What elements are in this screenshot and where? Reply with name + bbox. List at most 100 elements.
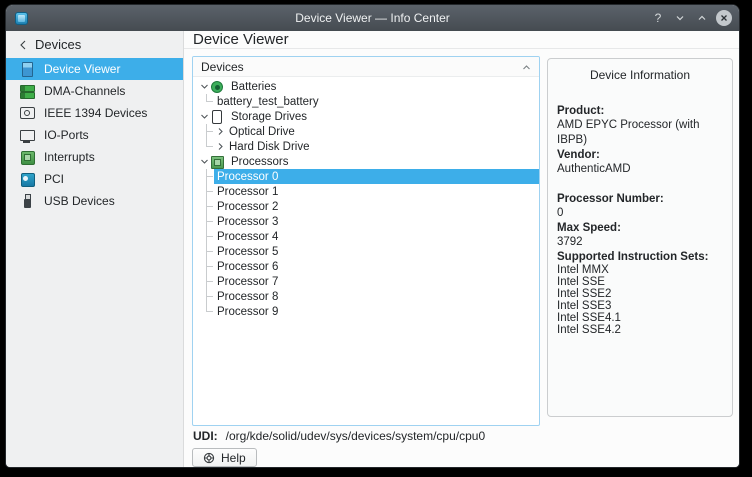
tree-row[interactable]: battery_test_battery [193, 94, 539, 109]
tree-item-label: Processor 2 [214, 201, 281, 213]
tree-branch-line [206, 289, 214, 304]
tree-item-hit-area[interactable]: Processor 1 [214, 184, 539, 199]
maximize-button[interactable] [694, 10, 710, 26]
tree-indent [193, 94, 206, 109]
sidebar-item-label: IO-Ports [44, 128, 89, 142]
device-viewer-icon [19, 61, 35, 77]
info-field-value: AuthenticAMD [557, 162, 723, 177]
tree-item-hit-area[interactable]: Processor 8 [214, 289, 539, 304]
tree-item-hit-area[interactable]: Processor 6 [214, 259, 539, 274]
tree-item-hit-area[interactable]: Processor 2 [214, 199, 539, 214]
tree-row[interactable]: Optical Drive [193, 124, 539, 139]
tree-indent [193, 289, 206, 304]
tree-expander[interactable] [214, 127, 226, 136]
tree-expander[interactable] [214, 142, 226, 151]
tree-row[interactable]: Processor 1 [193, 184, 539, 199]
tree-item-hit-area[interactable]: Processor 4 [214, 229, 539, 244]
tree-row[interactable]: Batteries [193, 79, 539, 94]
tree-row[interactable]: Processors [193, 154, 539, 169]
sidebar-item-usb[interactable]: USB Devices [6, 190, 183, 212]
tree-branch-line [206, 274, 214, 289]
tree-item-hit-area[interactable]: battery_test_battery [214, 94, 539, 109]
sidebar-item-io[interactable]: IO-Ports [6, 124, 183, 146]
usb-icon [19, 193, 35, 209]
sidebar-back-header[interactable]: Devices [6, 31, 183, 58]
chevron-up-icon [697, 13, 707, 23]
tree-item-label: Processor 0 [214, 171, 281, 183]
tree-indent [193, 259, 206, 274]
tree-row[interactable]: Hard Disk Drive [193, 139, 539, 154]
tree-expander[interactable] [198, 157, 210, 166]
device-tree-panel: Devices Batteriesbattery_test_battery Sto… [192, 56, 540, 426]
tree-item-hit-area[interactable]: Processor 3 [214, 214, 539, 229]
help-button[interactable]: Help [192, 448, 257, 467]
sidebar-item-ieee1394[interactable]: IEEE 1394 Devices [6, 102, 183, 124]
sidebar-item-list: Device ViewerDMA-ChannelsIEEE 1394 Devic… [6, 58, 183, 212]
tree-item-label: Batteries [228, 81, 279, 93]
sidebar-item-label: Interrupts [44, 150, 95, 164]
tree-row[interactable]: Processor 7 [193, 274, 539, 289]
tree-row[interactable]: Processor 9 [193, 304, 539, 319]
info-center-window: Device Viewer — Info Center ? Devices De… [5, 4, 740, 468]
device-tree: Batteriesbattery_test_battery Storage Dri… [193, 77, 539, 319]
tree-indent [193, 184, 206, 199]
tree-row[interactable]: Processor 2 [193, 199, 539, 214]
chevron-down-icon [200, 112, 209, 121]
tree-branch-line [206, 94, 214, 109]
info-field-value-line: Intel SSE [557, 276, 723, 288]
tree-column-header[interactable]: Devices [193, 57, 539, 77]
sidebar-item-pci[interactable]: PCI [6, 168, 183, 190]
field-spacer [557, 177, 723, 192]
tree-expander[interactable] [198, 112, 210, 121]
tree-branch-line [206, 199, 214, 214]
info-field-value-line: Intel SSE4.2 [557, 324, 723, 336]
tree-row[interactable]: Processor 5 [193, 244, 539, 259]
tree-item-label: Processor 5 [214, 246, 281, 258]
sidebar: Devices Device ViewerDMA-ChannelsIEEE 13… [6, 31, 184, 467]
context-help-button[interactable]: ? [650, 10, 666, 26]
tree-row[interactable]: Processor 3 [193, 214, 539, 229]
udi-row: UDI: /org/kde/solid/udev/sys/devices/sys… [192, 429, 540, 443]
info-field-value: 3792 [557, 235, 723, 250]
info-field-value-line: Intel MMX [557, 264, 723, 276]
tree-item-label: Storage Drives [228, 111, 310, 123]
sidebar-item-dma[interactable]: DMA-Channels [6, 80, 183, 102]
close-button[interactable] [716, 10, 732, 26]
tree-branch-line [206, 124, 214, 139]
tree-branch-line [206, 304, 214, 319]
tree-expander[interactable] [198, 82, 210, 91]
tree-item-hit-area[interactable]: Processor 9 [214, 304, 539, 319]
dma-icon [19, 83, 35, 99]
io-icon [19, 127, 35, 143]
tree-branch-line [206, 229, 214, 244]
tree-item-hit-area[interactable]: Processor 5 [214, 244, 539, 259]
info-field-label: Product: [557, 104, 723, 118]
udi-value: /org/kde/solid/udev/sys/devices/system/c… [226, 429, 485, 443]
tree-branch-line [206, 214, 214, 229]
main-area: Device Viewer Devices Batteriesbattery_t… [184, 31, 739, 467]
tree-branch-line [206, 139, 214, 154]
tree-row[interactable]: Storage Drives [193, 109, 539, 124]
tree-item-label: Processor 4 [214, 231, 281, 243]
sort-indicator-icon[interactable] [522, 60, 531, 74]
info-center-app-icon [15, 12, 28, 25]
tree-row[interactable]: Processor 0 [193, 169, 539, 184]
tree-item-hit-area[interactable]: Processor 7 [214, 274, 539, 289]
minimize-button[interactable] [672, 10, 688, 26]
tree-header-label: Devices [201, 60, 244, 74]
tree-row[interactable]: Processor 6 [193, 259, 539, 274]
tree-row[interactable]: Processor 8 [193, 289, 539, 304]
tree-item-label: Processor 7 [214, 276, 281, 288]
sidebar-item-device-viewer[interactable]: Device Viewer [6, 58, 183, 80]
tree-branch-line [206, 244, 214, 259]
chevron-down-icon [200, 82, 209, 91]
tree-item-hit-area[interactable]: Processor 0 [214, 169, 539, 184]
sidebar-item-interrupts[interactable]: Interrupts [6, 146, 183, 168]
tree-branch-line [206, 169, 214, 184]
tree-row[interactable]: Processor 4 [193, 229, 539, 244]
tree-indent [193, 214, 206, 229]
tree-indent [193, 169, 206, 184]
titlebar[interactable]: Device Viewer — Info Center ? [6, 5, 739, 31]
info-field-value-line: Intel SSE3 [557, 300, 723, 312]
chevron-right-icon [216, 127, 225, 136]
